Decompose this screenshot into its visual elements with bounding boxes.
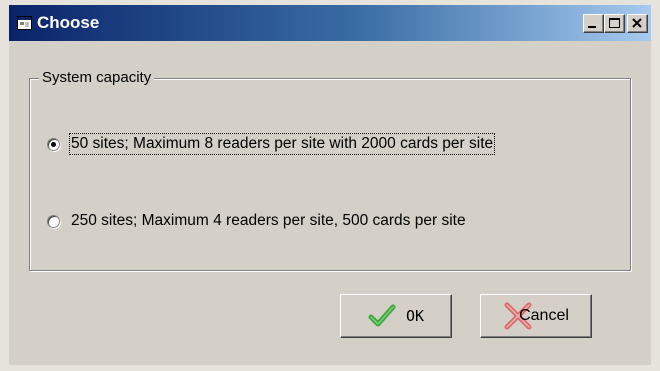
option-50-sites[interactable]: 50 sites; Maximum 8 readers per site wit…	[47, 133, 496, 155]
window-title: Choose	[37, 13, 100, 32]
radio-button-50-sites[interactable]	[47, 137, 60, 151]
option-50-sites-label[interactable]: 50 sites; Maximum 8 readers per site wit…	[68, 133, 496, 155]
title-bar[interactable]: Choose	[9, 5, 651, 41]
option-250-sites-label[interactable]: 250 sites; Maximum 4 readers per site, 5…	[70, 211, 467, 231]
ok-button[interactable]: OK	[340, 294, 452, 338]
close-button[interactable]	[627, 14, 648, 33]
window-app-icon[interactable]	[17, 16, 32, 30]
cancel-button-label: Cancel	[519, 307, 569, 324]
radio-button-250-sites[interactable]	[47, 214, 60, 228]
system-capacity-group	[29, 78, 631, 271]
minimize-icon	[588, 26, 596, 28]
group-legend: System capacity	[39, 69, 155, 87]
option-250-sites[interactable]: 250 sites; Maximum 4 readers per site, 5…	[47, 210, 467, 232]
ok-button-label: OK	[405, 307, 425, 325]
check-icon	[368, 302, 396, 330]
dialog-window: Choose System capacity 50 sites; Maximum…	[9, 5, 651, 365]
radio-selected-dot	[51, 141, 56, 147]
close-icon	[632, 18, 642, 28]
maximize-button[interactable]	[604, 14, 625, 33]
minimize-button[interactable]	[583, 14, 604, 33]
cancel-button[interactable]: Cancel	[480, 294, 592, 338]
maximize-icon	[609, 18, 620, 28]
